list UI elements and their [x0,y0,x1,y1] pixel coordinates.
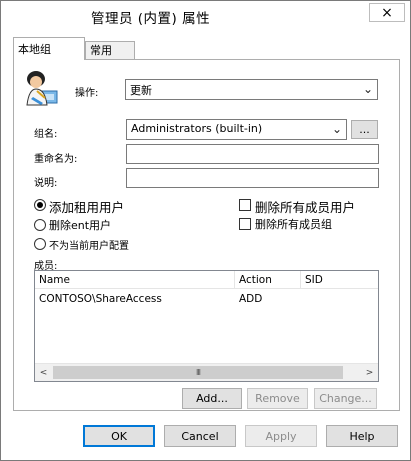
rename-label: 重命名为: [34,154,78,165]
tab-local-group[interactable]: 本地组 [13,37,85,60]
grip-icon: III [195,368,201,377]
close-icon: × [381,4,393,21]
add-member-button[interactable]: Add... [182,388,242,409]
radio-remove-users[interactable] [34,219,46,231]
radio-add-users-label: 添加租用用户 [49,200,125,215]
rename-input[interactable] [126,144,379,164]
horizontal-scrollbar[interactable]: < III > [35,363,378,381]
ok-button[interactable]: OK [83,425,155,447]
chevron-down-icon: ⌄ [362,82,373,96]
column-header-sid[interactable]: SID [301,271,378,289]
description-input[interactable] [126,168,379,188]
group-name-label: 组名: [34,129,58,140]
apply-button[interactable]: Apply [245,425,317,447]
remove-member-button[interactable]: Remove [247,388,308,409]
change-member-button[interactable]: Change... [314,388,377,409]
close-button[interactable]: × [369,3,405,22]
radio-remove-users-label: 删除ent用户 [49,219,112,232]
scrollbar-thumb[interactable]: III [53,366,343,379]
checkbox-delete-member-users[interactable] [239,199,251,211]
group-icon [23,69,59,107]
member-name: CONTOSO\ShareAccess [39,293,162,305]
member-action: ADD [239,293,263,305]
description-label: 说明: [34,178,58,189]
properties-dialog: 管理员 (内置) 属性 × 本地组 常用 操作: 更新 ⌄ 组名: Admini… [0,0,411,461]
members-list[interactable]: Name Action SID CONTOSO\ShareAccess ADD … [34,270,379,382]
checkbox-delete-member-users-label: 删除所有成员用户 [255,200,356,215]
column-header-action[interactable]: Action [235,271,301,289]
browse-group-button[interactable]: ... [351,120,378,139]
table-row[interactable]: CONTOSO\ShareAccess ADD [35,291,378,308]
group-name-value: Administrators (built-in) [131,122,263,135]
window-title: 管理员 (内置) 属性 [91,11,211,27]
radio-do-not-configure-label: 不为当前用户配置 [49,241,129,252]
scroll-right-icon[interactable]: > [361,364,378,381]
help-button[interactable]: Help [326,425,398,447]
checkbox-delete-member-groups[interactable] [239,218,251,230]
chevron-down-icon: ⌄ [331,122,342,136]
title-bar: 管理员 (内置) 属性 × [1,1,410,31]
checkbox-delete-member-groups-label: 删除所有成员组 [255,218,332,231]
column-header-name[interactable]: Name [35,271,235,289]
action-label: 操作: [75,88,99,99]
cancel-button[interactable]: Cancel [164,425,236,447]
action-value: 更新 [130,84,152,97]
scroll-left-icon[interactable]: < [35,364,52,381]
members-header: Name Action SID [35,271,378,289]
radio-add-users[interactable] [34,199,46,211]
tab-general[interactable]: 常用 [85,41,135,59]
radio-do-not-configure[interactable] [34,238,46,250]
group-name-dropdown[interactable]: Administrators (built-in) ⌄ [126,119,347,140]
action-dropdown[interactable]: 更新 ⌄ [125,79,378,100]
